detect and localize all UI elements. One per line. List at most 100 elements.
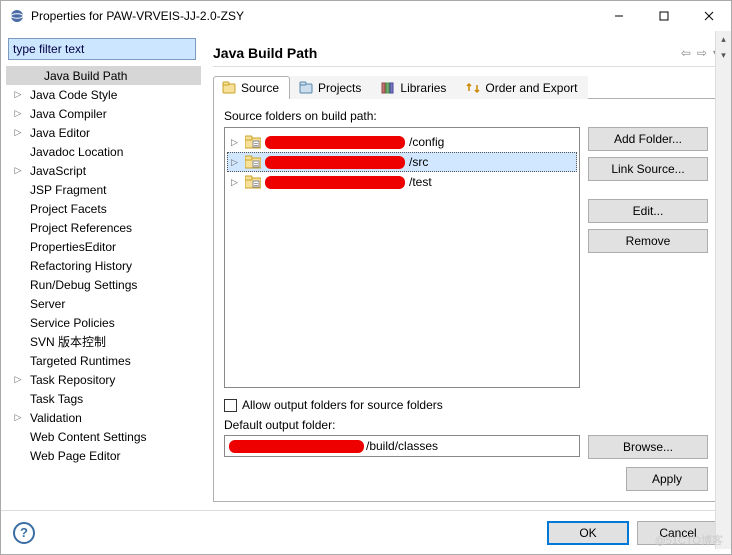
allow-output-label: Allow output folders for source folders — [242, 398, 443, 412]
nav-item-label: JSP Fragment — [26, 182, 110, 198]
add-folder-button[interactable]: Add Folder... — [588, 127, 708, 151]
source-folder-item[interactable]: ▷ /test — [227, 172, 577, 192]
default-output-suffix: /build/classes — [366, 439, 438, 453]
nav-item[interactable]: ▷Java Compiler — [6, 104, 201, 123]
nav-item[interactable]: ▷Validation — [6, 408, 201, 427]
tab-label: Projects — [318, 81, 361, 95]
nav-item-label: Web Content Settings — [26, 429, 151, 445]
browse-button[interactable]: Browse... — [588, 435, 708, 459]
nav-item-label: Project References — [26, 220, 136, 236]
expand-icon[interactable]: ▷ — [12, 89, 24, 101]
help-icon[interactable]: ? — [13, 522, 35, 544]
ok-button[interactable]: OK — [547, 521, 629, 545]
nav-item-label: Task Tags — [26, 391, 87, 407]
expand-icon[interactable]: ▷ — [231, 177, 241, 188]
source-folder-path: /test — [409, 175, 432, 189]
nav-item[interactable]: JSP Fragment — [6, 180, 201, 199]
nav-item-label: Java Compiler — [26, 106, 111, 122]
remove-button[interactable]: Remove — [588, 229, 708, 253]
nav-item[interactable]: Targeted Runtimes — [6, 351, 201, 370]
nav-item[interactable]: ▷Java Code Style — [6, 85, 201, 104]
nav-item[interactable]: Web Page Editor — [6, 446, 201, 465]
back-icon[interactable]: ⇦ — [681, 46, 691, 60]
tab-bar: Source Projects Libraries Order and Export — [213, 75, 719, 99]
nav-item[interactable]: Service Policies — [6, 313, 201, 332]
source-folder-path: /config — [409, 135, 444, 149]
expand-icon[interactable]: ▷ — [231, 157, 241, 168]
nav-item[interactable]: Web Content Settings — [6, 427, 201, 446]
nav-item-label: SVN 版本控制 — [26, 332, 110, 351]
eclipse-icon — [9, 8, 25, 24]
filter-input[interactable] — [8, 38, 196, 60]
tab-label: Order and Export — [485, 81, 577, 95]
nav-item-label: Server — [26, 296, 69, 312]
sidebar: Java Build Path▷Java Code Style▷Java Com… — [1, 31, 201, 510]
source-folder-item[interactable]: ▷ /config — [227, 132, 577, 152]
nav-item[interactable]: Java Build Path — [6, 66, 201, 85]
source-folders-tree[interactable]: ▷ /config ▷ /src ▷ /test — [224, 127, 580, 388]
nav-item-label: Refactoring History — [26, 258, 136, 274]
package-folder-icon — [245, 175, 261, 189]
nav-item-label: Java Build Path — [40, 68, 131, 84]
nav-item[interactable]: ▷JavaScript — [6, 161, 201, 180]
nav-item-label: Task Repository — [26, 372, 119, 388]
nav-item[interactable]: ▷Task Repository — [6, 370, 201, 389]
window-title: Properties for PAW-VRVEIS-JJ-2.0-ZSY — [31, 9, 596, 23]
source-folder-item[interactable]: ▷ /src — [227, 152, 577, 172]
titlebar: Properties for PAW-VRVEIS-JJ-2.0-ZSY — [1, 1, 731, 31]
nav-tree[interactable]: Java Build Path▷Java Code Style▷Java Com… — [6, 64, 201, 505]
nav-item[interactable]: Server — [6, 294, 201, 313]
minimize-button[interactable] — [596, 1, 641, 31]
expand-icon[interactable]: ▷ — [12, 412, 24, 424]
tab-libraries[interactable]: Libraries — [372, 76, 457, 99]
scrollbar[interactable]: ▴ ▾ — [715, 31, 731, 549]
maximize-button[interactable] — [641, 1, 686, 31]
nav-item[interactable]: ▷Java Editor — [6, 123, 201, 142]
expand-icon[interactable]: ▷ — [12, 165, 24, 177]
expand-icon[interactable]: ▷ — [12, 374, 24, 386]
source-folder-path: /src — [409, 155, 428, 169]
nav-item[interactable]: Task Tags — [6, 389, 201, 408]
nav-item[interactable]: Run/Debug Settings — [6, 275, 201, 294]
nav-item-label: Java Editor — [26, 125, 94, 141]
nav-item-label: Run/Debug Settings — [26, 277, 141, 293]
expand-icon[interactable]: ▷ — [231, 137, 241, 148]
redacted-text — [265, 136, 405, 149]
source-folders-label: Source folders on build path: — [224, 109, 708, 123]
tab-label: Source — [241, 81, 279, 95]
tab-order[interactable]: Order and Export — [457, 76, 588, 99]
tab-source[interactable]: Source — [213, 76, 290, 99]
package-folder-icon — [245, 155, 261, 169]
link-source-button[interactable]: Link Source... — [588, 157, 708, 181]
nav-item[interactable]: SVN 版本控制 — [6, 332, 201, 351]
nav-item-label: Web Page Editor — [26, 448, 125, 464]
forward-icon[interactable]: ⇨ — [697, 46, 707, 60]
tab-label: Libraries — [400, 81, 446, 95]
nav-item[interactable]: Refactoring History — [6, 256, 201, 275]
nav-item[interactable]: Javadoc Location — [6, 142, 201, 161]
default-output-field[interactable]: /build/classes — [224, 435, 580, 457]
nav-item[interactable]: PropertiesEditor — [6, 237, 201, 256]
nav-item-label: Project Facets — [26, 201, 111, 217]
nav-item[interactable]: Project Facets — [6, 199, 201, 218]
page-title: Java Build Path — [213, 45, 681, 61]
allow-output-checkbox[interactable] — [224, 399, 237, 412]
nav-item-label: Javadoc Location — [26, 144, 127, 160]
projects-icon — [299, 81, 313, 95]
edit-button[interactable]: Edit... — [588, 199, 708, 223]
redacted-text — [229, 440, 364, 453]
nav-item-label: PropertiesEditor — [26, 239, 120, 255]
redacted-text — [265, 176, 405, 189]
nav-item-label: Targeted Runtimes — [26, 353, 135, 369]
scroll-up-icon[interactable]: ▴ — [716, 31, 731, 47]
redacted-text — [265, 156, 405, 169]
order-icon — [466, 81, 480, 95]
expand-icon[interactable]: ▷ — [12, 127, 24, 139]
apply-button[interactable]: Apply — [626, 467, 708, 491]
tab-projects[interactable]: Projects — [290, 76, 372, 99]
nav-item[interactable]: Project References — [6, 218, 201, 237]
scroll-down-icon[interactable]: ▾ — [716, 47, 731, 63]
expand-icon[interactable]: ▷ — [12, 108, 24, 120]
nav-item-label: JavaScript — [26, 163, 90, 179]
close-button[interactable] — [686, 1, 731, 31]
